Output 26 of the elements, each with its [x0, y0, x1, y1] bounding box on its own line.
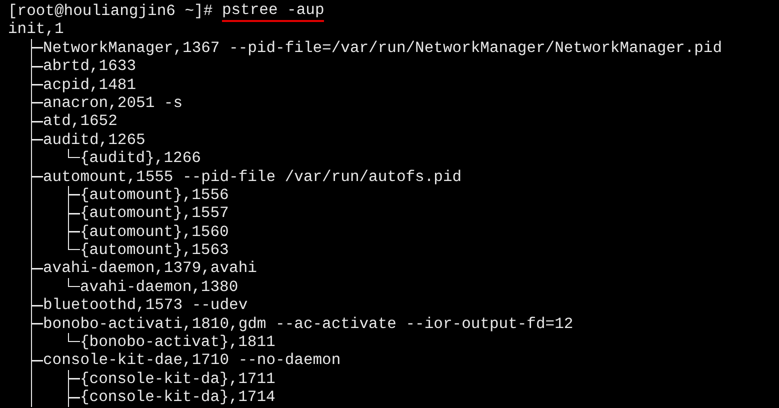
process-entry: bonobo-activati,1810,gdm --ac-activate --ior-output-fd=12 [43, 314, 574, 334]
process-entry: {automount},1563 [80, 241, 229, 260]
process-entry: {console-kit-da},1714 [80, 388, 276, 407]
process-entry: anacron,2051 -s [43, 94, 183, 112]
process-entry: {auditd},1266 [80, 149, 201, 168]
process-entry: init,1 [8, 20, 64, 39]
process-entry: auditd,1265 [43, 130, 146, 150]
tree-line [31, 149, 32, 168]
command-text: pstree -aup [222, 2, 324, 22]
process-entry: {automount},1560 [80, 222, 229, 242]
process-entry: bluetoothd,1573 --udev [43, 296, 248, 315]
process-entry: NetworkManager,1367 --pid-file=/var/run/NetworkManager/NetworkManager.pid [43, 38, 722, 58]
process-entry: acpid,1481 [43, 76, 136, 94]
tree-line [31, 333, 32, 352]
process-entry: automount,1555 --pid-file /var/run/autofs.pid [43, 168, 462, 186]
process-entry: avahi-daemon,1379,avahi [43, 259, 257, 278]
shell-prompt: [root@houliangjin6 ~]# [8, 2, 213, 20]
process-entry: {automount},1557 [80, 204, 229, 223]
process-entry: {bonobo-activat},1811 [80, 333, 276, 352]
process-entry: {console-kit-da},1711 [80, 370, 276, 388]
process-entry: abrtd,1633 [43, 57, 136, 76]
tree-line [31, 278, 32, 296]
process-entry: console-kit-dae,1710 --no-daemon [43, 351, 341, 370]
process-entry: atd,1652 [43, 112, 118, 131]
process-entry: {automount},1556 [80, 186, 229, 204]
process-entry: avahi-daemon,1380 [80, 278, 238, 296]
